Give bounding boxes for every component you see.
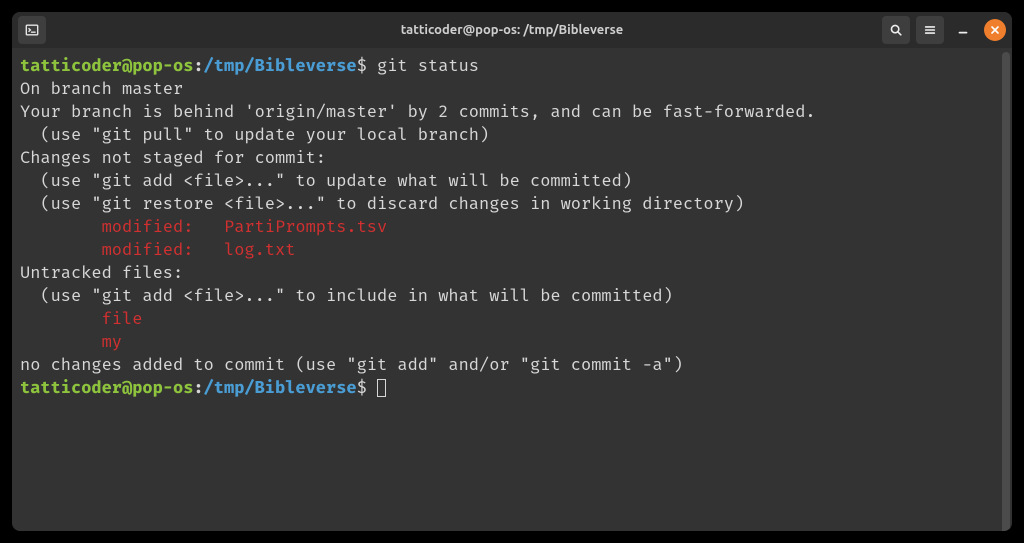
minimize-button[interactable]: [950, 17, 976, 43]
scrollbar[interactable]: [1002, 52, 1010, 531]
prompt-line-1: tatticoder@pop-os:/tmp/Bibleverse$ git s…: [20, 54, 1002, 77]
search-icon: [889, 23, 903, 37]
cursor: [377, 379, 386, 397]
close-icon: [990, 25, 1000, 35]
output-line: (use "git restore <file>..." to discard …: [20, 192, 1002, 215]
output-line: Your branch is behind 'origin/master' by…: [20, 100, 1002, 123]
menu-button[interactable]: [916, 16, 944, 44]
terminal-icon: [25, 23, 39, 37]
new-tab-button[interactable]: [18, 16, 46, 44]
terminal-body[interactable]: tatticoder@pop-os:/tmp/Bibleverse$ git s…: [12, 48, 1012, 531]
prompt-colon: :: [193, 55, 203, 76]
close-button[interactable]: [984, 19, 1006, 41]
modified-file: modified: PartiPrompts.tsv: [20, 215, 1002, 238]
output-line: (use "git pull" to update your local bra…: [20, 123, 1002, 146]
titlebar: tatticoder@pop-os: /tmp/Bibleverse: [12, 12, 1012, 48]
prompt-at: @: [122, 55, 132, 76]
prompt-dollar: $: [357, 55, 367, 76]
prompt-host: pop-os: [132, 55, 193, 76]
terminal-window: tatticoder@pop-os: /tmp/Bibleverse: [12, 12, 1012, 531]
output-line: (use "git add <file>..." to include in w…: [20, 284, 1002, 307]
search-button[interactable]: [882, 16, 910, 44]
prompt-user: tatticoder: [20, 55, 122, 76]
modified-file: modified: log.txt: [20, 238, 1002, 261]
output-line: On branch master: [20, 77, 1002, 100]
window-title: tatticoder@pop-os: /tmp/Bibleverse: [401, 23, 623, 37]
command-1: git status: [377, 55, 479, 76]
output-line: (use "git add <file>..." to update what …: [20, 169, 1002, 192]
output-line: no changes added to commit (use "git add…: [20, 353, 1002, 376]
prompt-path: /tmp/Bibleverse: [204, 55, 357, 76]
output-line: Untracked files:: [20, 261, 1002, 284]
hamburger-icon: [923, 23, 937, 37]
output-line: Changes not staged for commit:: [20, 146, 1002, 169]
untracked-file: my: [20, 330, 1002, 353]
untracked-file: file: [20, 307, 1002, 330]
minimize-icon: [956, 23, 970, 37]
prompt-line-2: tatticoder@pop-os:/tmp/Bibleverse$: [20, 376, 1002, 399]
